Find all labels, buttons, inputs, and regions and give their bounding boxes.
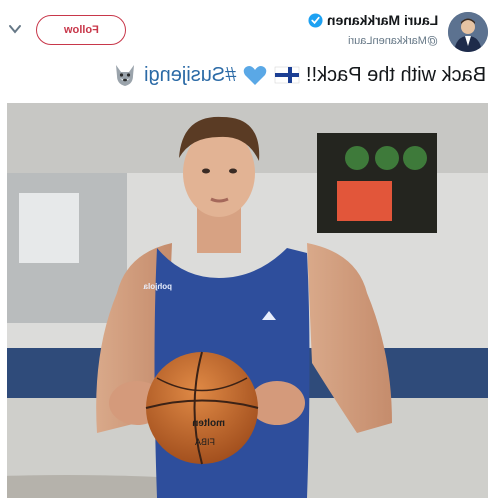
verified-icon bbox=[308, 12, 323, 28]
tweet-body-text: Back with the Pack!! bbox=[305, 63, 486, 86]
photo-illustration: pohjola molten FIBA bbox=[7, 103, 488, 498]
svg-text:pohjola: pohjola bbox=[143, 282, 172, 291]
wolf-emoji bbox=[115, 65, 134, 86]
avatar[interactable] bbox=[448, 12, 488, 52]
ball-fiba-text: FIBA bbox=[195, 437, 215, 447]
author-name[interactable]: Lauri Markkanen bbox=[327, 12, 438, 28]
blue-heart-emoji bbox=[243, 66, 267, 85]
tweet-text: #Susijengi Back with the Pack!! bbox=[112, 62, 486, 88]
finland-flag-emoji bbox=[274, 66, 300, 84]
tweet-photo[interactable]: pohjola molten FIBA bbox=[7, 103, 488, 498]
hashtag-link[interactable]: #Susijengi bbox=[144, 64, 236, 87]
ball-brand-text: molten bbox=[192, 418, 225, 429]
author-name-row: Lauri Markkanen bbox=[308, 12, 438, 28]
follow-button-label: Follow bbox=[63, 24, 99, 36]
author-handle[interactable]: @MarkkanenLauri bbox=[348, 35, 438, 47]
chevron-down-icon[interactable] bbox=[8, 22, 22, 36]
follow-button[interactable]: Follow bbox=[36, 15, 126, 45]
